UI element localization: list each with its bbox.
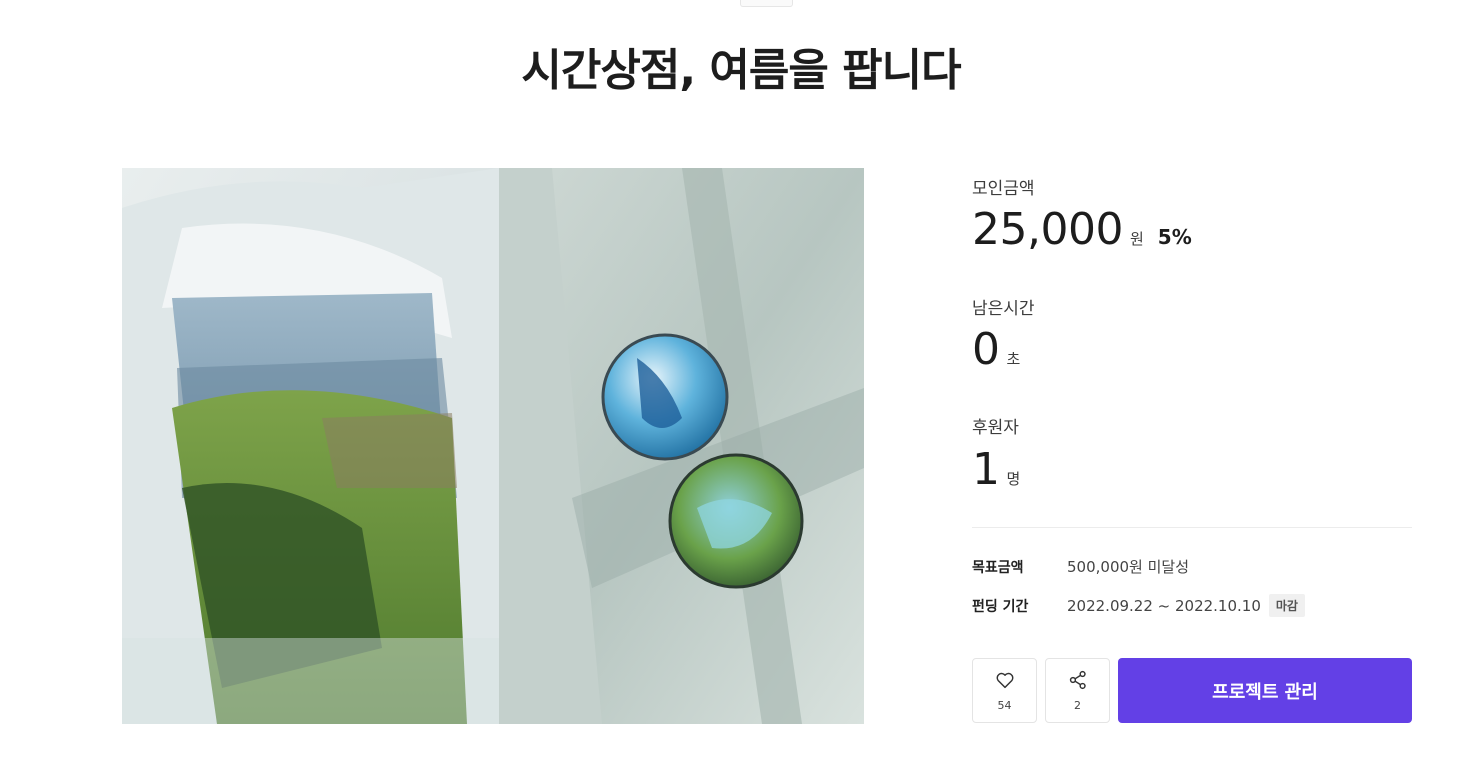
- time-remaining-unit: 초: [1006, 350, 1021, 368]
- backers-value: 1: [972, 444, 1000, 495]
- action-bar: 54 2 프로젝트 관리: [972, 658, 1412, 723]
- share-icon: [1067, 669, 1089, 695]
- share-button[interactable]: 2: [1045, 658, 1110, 723]
- period-row: 펀딩 기간 2022.09.22 ~ 2022.10.10 마감: [972, 594, 1305, 617]
- divider: [972, 527, 1412, 528]
- time-remaining: 0 초: [972, 324, 1020, 375]
- raised-unit: 원: [1129, 230, 1144, 248]
- raised-value: 25,000: [972, 204, 1123, 255]
- time-remaining-label: 남은시간: [972, 299, 1035, 319]
- backers-count: 1 명: [972, 444, 1020, 495]
- goal-row: 목표금액 500,000원 미달성: [972, 556, 1189, 577]
- time-remaining-value: 0: [972, 324, 1000, 375]
- period-key: 펀딩 기간: [972, 598, 1029, 615]
- goal-value: 500,000원 미달성: [1067, 558, 1189, 576]
- raised-percent: 5%: [1157, 225, 1192, 249]
- project-image: [122, 168, 864, 724]
- backers-unit: 명: [1006, 470, 1021, 488]
- heart-icon: [994, 669, 1016, 695]
- raised-label: 모인금액: [972, 179, 1035, 199]
- share-count: 2: [1074, 699, 1081, 712]
- top-tab[interactable]: [740, 0, 793, 7]
- like-button[interactable]: 54: [972, 658, 1037, 723]
- page-title: 시간상점, 여름을 팝니다: [521, 45, 961, 96]
- goal-key: 목표금액: [972, 559, 1024, 576]
- raised-amount: 25,000 원 5%: [972, 204, 1192, 255]
- manage-project-button[interactable]: 프로젝트 관리: [1118, 658, 1412, 723]
- like-count: 54: [997, 699, 1012, 712]
- status-badge: 마감: [1268, 594, 1305, 617]
- period-value: 2022.09.22 ~ 2022.10.10: [1067, 596, 1261, 615]
- backers-label: 후원자: [972, 418, 1019, 438]
